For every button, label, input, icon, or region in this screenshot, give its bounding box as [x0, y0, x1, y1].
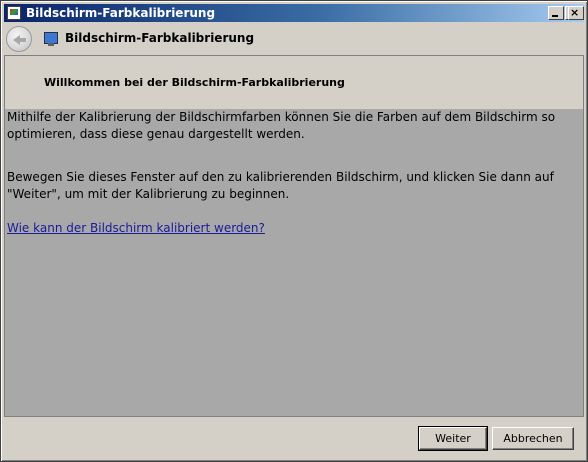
navigation-bar: Bildschirm-Farbkalibrierung — [4, 23, 584, 55]
app-window: Bildschirm-Farbkalibrierung × Bildschirm… — [0, 0, 588, 462]
monitor-icon — [44, 32, 58, 46]
minimize-button[interactable] — [548, 6, 564, 20]
content-area: Willkommen bei der Bildschirm-Farbkalibr… — [4, 55, 584, 417]
title-bar[interactable]: Bildschirm-Farbkalibrierung — [4, 4, 584, 22]
next-button-label: Weiter — [435, 431, 471, 445]
footer: Weiter Abbrechen — [4, 417, 584, 459]
page-title: Willkommen bei der Bildschirm-Farbkalibr… — [44, 76, 345, 89]
back-button[interactable] — [6, 26, 32, 52]
window-title: Bildschirm-Farbkalibrierung — [26, 6, 216, 20]
cancel-button-label: Abbrechen — [503, 431, 563, 445]
intro-paragraph: Mithilfe der Kalibrierung der Bildschirm… — [7, 110, 556, 141]
nav-title: Bildschirm-Farbkalibrierung — [65, 31, 255, 45]
cancel-button[interactable]: Abbrechen — [492, 427, 574, 450]
header-band: Willkommen bei der Bildschirm-Farbkalibr… — [5, 56, 583, 109]
back-arrow-tail — [19, 38, 26, 42]
close-button[interactable]: × — [568, 6, 584, 20]
next-button[interactable]: Weiter — [418, 426, 488, 451]
instruction-paragraph: Bewegen Sie dieses Fenster auf den zu ka… — [7, 170, 554, 201]
minimize-icon — [552, 15, 558, 17]
help-link[interactable]: Wie kann der Bildschirm kalibriert werde… — [7, 220, 265, 237]
close-icon: × — [570, 6, 580, 19]
app-icon — [7, 6, 21, 20]
